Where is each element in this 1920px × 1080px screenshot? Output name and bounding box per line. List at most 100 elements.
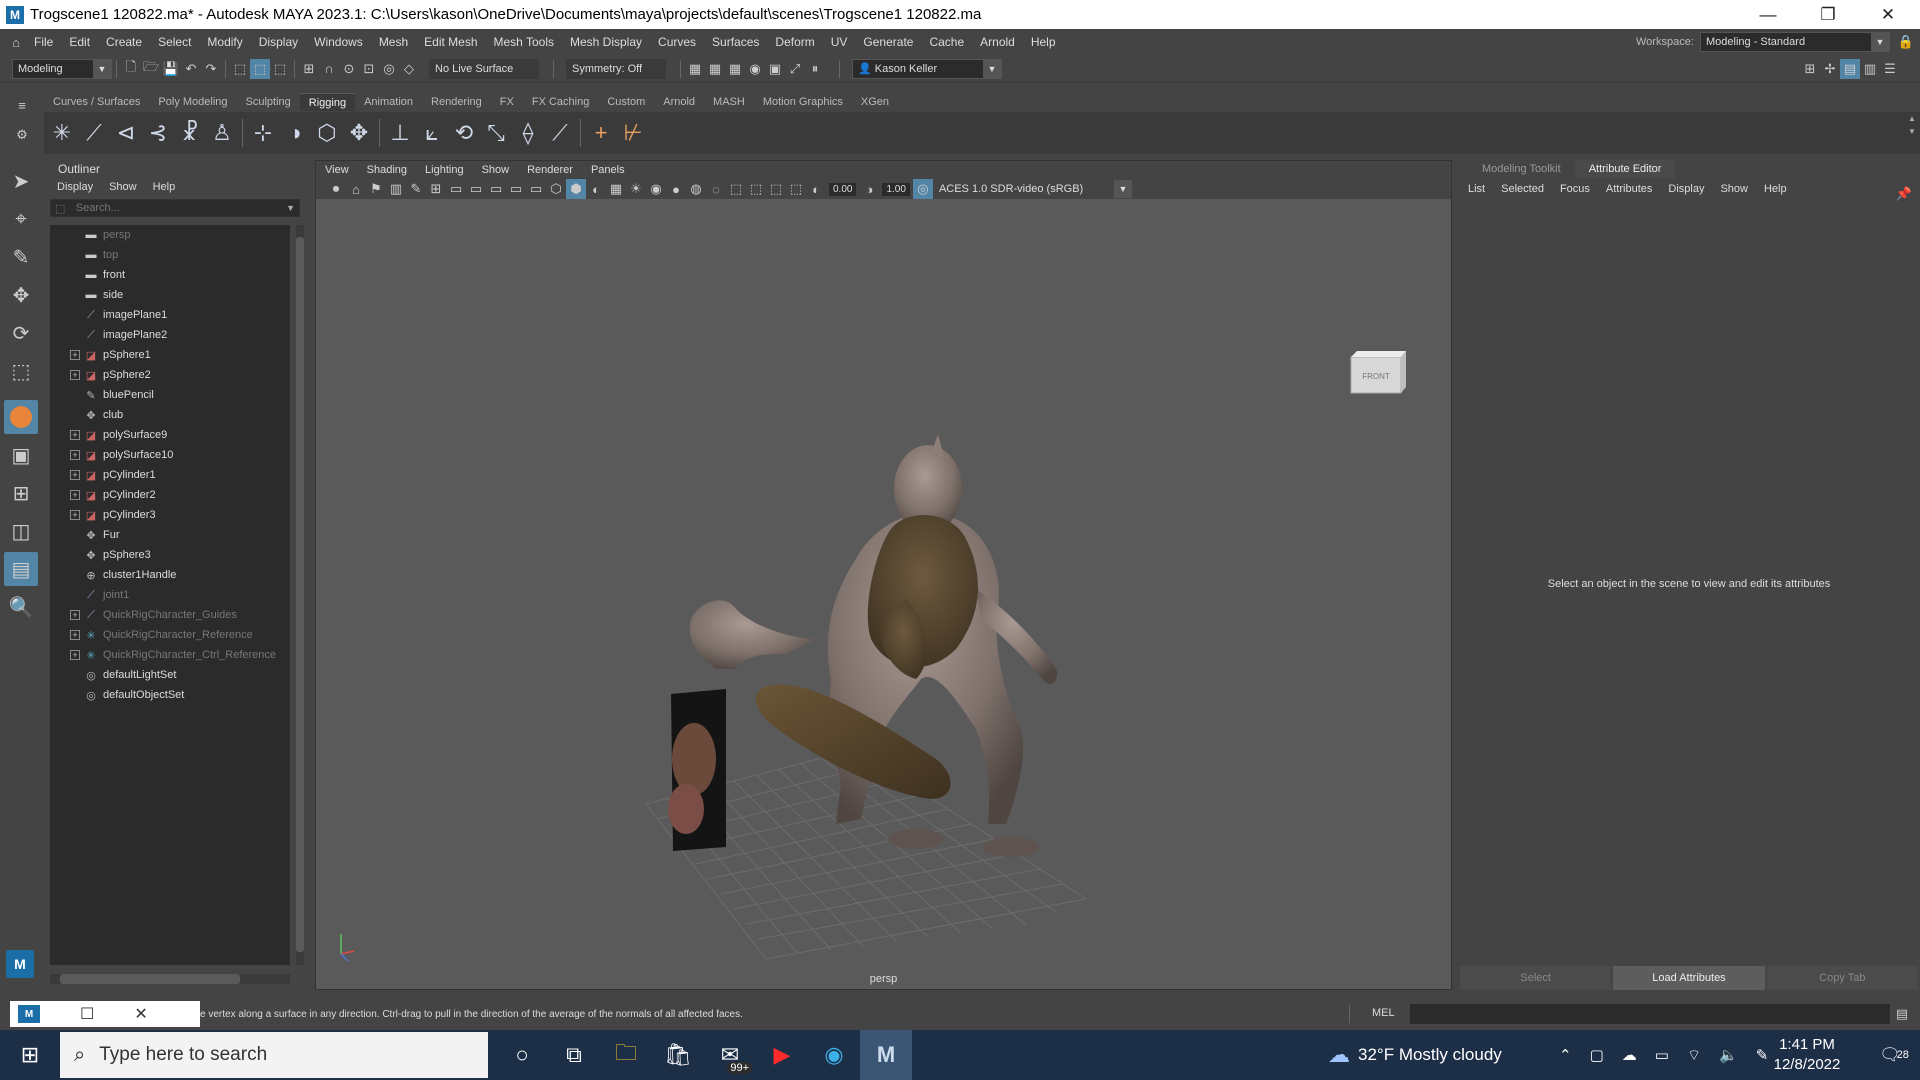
lasso-tool-icon[interactable]: ⌖: [4, 202, 38, 236]
rotate-tool-icon[interactable]: ⟳: [4, 316, 38, 350]
expand-icon[interactable]: +: [70, 470, 80, 480]
gamma-field[interactable]: 1.00: [882, 182, 910, 196]
wifi-icon[interactable]: ⌔: [1687, 1046, 1701, 1065]
expand-icon[interactable]: +: [70, 610, 80, 620]
microsoft-store-icon[interactable]: 🛍: [652, 1030, 704, 1080]
outliner-persp-layout-icon[interactable]: ▤: [4, 552, 38, 586]
menu-mesh-tools[interactable]: Mesh Tools: [486, 35, 562, 49]
render-frame-icon[interactable]: ▦: [685, 59, 705, 79]
maya-window-icon[interactable]: M: [18, 1005, 40, 1023]
shelf-menu-icon[interactable]: ≡: [12, 95, 32, 115]
outliner-item-defaultobjectset[interactable]: ◎ defaultObjectSet: [50, 685, 290, 705]
select-object-icon[interactable]: ⬚: [250, 58, 270, 79]
youtube-icon[interactable]: ▶: [756, 1030, 808, 1080]
select-hierarchy-icon[interactable]: ⬚: [230, 59, 250, 79]
mail-icon[interactable]: ✉ 99+: [704, 1030, 756, 1080]
isolate-select-icon[interactable]: ⬚: [726, 179, 746, 199]
hypershade-icon[interactable]: ◉: [745, 59, 765, 79]
outliner-item-psphere2[interactable]: + ◪ pSphere2: [50, 365, 290, 385]
taskbar-search-box[interactable]: ⌕ Type here to search: [60, 1032, 488, 1078]
notifications-icon[interactable]: 🗨 28: [1868, 1030, 1920, 1080]
safe-action-icon[interactable]: ▭: [526, 179, 546, 199]
menuset-dropdown[interactable]: Modeling ▼: [12, 58, 112, 79]
two-view-icon[interactable]: ◫: [4, 514, 38, 548]
restore-button[interactable]: ❐: [1800, 0, 1856, 29]
menu-arnold[interactable]: Arnold: [972, 35, 1023, 49]
menu-surfaces[interactable]: Surfaces: [704, 35, 767, 49]
menu-uv[interactable]: UV: [823, 35, 856, 49]
shelf-tab-sculpting[interactable]: Sculpting: [237, 93, 300, 111]
wireframe-on-shaded-icon[interactable]: ◐: [586, 179, 606, 199]
expand-icon[interactable]: +: [70, 370, 80, 380]
wrap-deformer-icon[interactable]: ✥: [343, 116, 375, 150]
menu-cache[interactable]: Cache: [921, 35, 972, 49]
humanik-icon[interactable]: ♙: [206, 116, 238, 150]
task-view-icon[interactable]: ⧉: [548, 1030, 600, 1080]
xray-joints-icon[interactable]: ⬚: [766, 179, 786, 199]
outliner-item-pcylinder3[interactable]: + ◪ pCylinder3: [50, 505, 290, 525]
open-scene-icon[interactable]: 🗁: [141, 59, 161, 79]
shelf-tab-fx-caching[interactable]: FX Caching: [523, 93, 598, 111]
menu-create[interactable]: Create: [98, 35, 150, 49]
battery-icon[interactable]: ▭: [1655, 1046, 1669, 1064]
ik-spline-icon[interactable]: ⊲: [110, 116, 142, 150]
snap-curve-icon[interactable]: ∩: [319, 59, 339, 79]
outliner-menu-display[interactable]: Display: [57, 181, 93, 193]
search-icon[interactable]: 🔍: [4, 590, 38, 624]
wireframe-icon[interactable]: ⬡: [546, 179, 566, 199]
color-management-icon[interactable]: ◎: [912, 179, 933, 199]
xray-icon[interactable]: ⬚: [746, 179, 766, 199]
outliner-search-field[interactable]: ⬚ ▼: [50, 199, 300, 217]
last-tool-icon[interactable]: [4, 400, 38, 434]
attribute-menu-help[interactable]: Help: [1764, 183, 1787, 195]
device-icon[interactable]: ▢: [1590, 1046, 1604, 1064]
menu-mesh[interactable]: Mesh: [371, 35, 416, 49]
pole-vector-icon[interactable]: ⟋: [544, 116, 576, 150]
ipr-render-icon[interactable]: ▦: [705, 59, 725, 79]
set-driven-key-icon[interactable]: ⊬: [617, 116, 649, 150]
outliner-search-input[interactable]: [75, 202, 276, 214]
expand-icon[interactable]: +: [70, 510, 80, 520]
bookmark-icon[interactable]: ⚑: [366, 179, 386, 199]
outliner-item-top[interactable]: ▬ top: [50, 245, 290, 265]
point-constraint-icon[interactable]: ⟀: [416, 116, 448, 150]
outliner-item-pcylinder2[interactable]: + ◪ pCylinder2: [50, 485, 290, 505]
menu-edit[interactable]: Edit: [61, 35, 98, 49]
viewport-menu-shading[interactable]: Shading: [358, 164, 416, 176]
viewport-scene[interactable]: FRONT: [316, 199, 1451, 989]
parent-constraint-icon[interactable]: ⟠: [512, 116, 544, 150]
snap-point-icon[interactable]: ⊙: [339, 59, 359, 79]
viewport-menu-show[interactable]: Show: [473, 164, 519, 176]
expand-icon[interactable]: +: [70, 650, 80, 660]
channel-box-icon[interactable]: ☰: [1880, 59, 1900, 79]
menu-file[interactable]: File: [26, 35, 61, 49]
outliner-item-pcylinder1[interactable]: + ◪ pCylinder1: [50, 465, 290, 485]
menu-help[interactable]: Help: [1023, 35, 1064, 49]
render-settings-icon[interactable]: ▦: [725, 59, 745, 79]
edge-icon[interactable]: ◉: [808, 1030, 860, 1080]
pause-icon[interactable]: ⏸: [805, 59, 825, 79]
select-component-icon[interactable]: ⬚: [270, 59, 290, 79]
snap-plane-icon[interactable]: ◇: [399, 59, 419, 79]
bind-skin-icon[interactable]: ⊹: [247, 116, 279, 150]
view-cube[interactable]: FRONT: [1350, 351, 1406, 394]
file-explorer-icon[interactable]: 🗀: [600, 1030, 652, 1080]
motion-blur-icon[interactable]: ◍: [686, 179, 706, 199]
tab-attribute-editor[interactable]: Attribute Editor: [1574, 160, 1676, 178]
textured-icon[interactable]: ▦: [606, 179, 626, 199]
outliner-item-quickrigcharacter-reference[interactable]: + ✳ QuickRigCharacter_Reference: [50, 625, 290, 645]
outliner-item-club[interactable]: ✥ club: [50, 405, 290, 425]
outliner-item-quickrigcharacter-guides[interactable]: + ⟋ QuickRigCharacter_Guides: [50, 605, 290, 625]
command-line-input[interactable]: [1410, 1004, 1890, 1024]
maya-home-icon[interactable]: M: [6, 950, 34, 978]
restore-icon[interactable]: ☐: [80, 1004, 94, 1024]
paint-weights-icon[interactable]: ◑: [279, 116, 311, 150]
expand-icon[interactable]: +: [70, 630, 80, 640]
ambient-occlusion-icon[interactable]: ●: [666, 179, 686, 199]
copy-tab-button[interactable]: Copy Tab: [1766, 966, 1918, 990]
color-space-dropdown[interactable]: ACES 1.0 SDR-video (sRGB) ▼: [932, 179, 1133, 199]
menu-windows[interactable]: Windows: [306, 35, 371, 49]
shelf-tab-curves-surfaces[interactable]: Curves / Surfaces: [44, 93, 149, 111]
home-icon[interactable]: ⌂: [6, 32, 26, 52]
attribute-menu-display[interactable]: Display: [1668, 183, 1704, 195]
